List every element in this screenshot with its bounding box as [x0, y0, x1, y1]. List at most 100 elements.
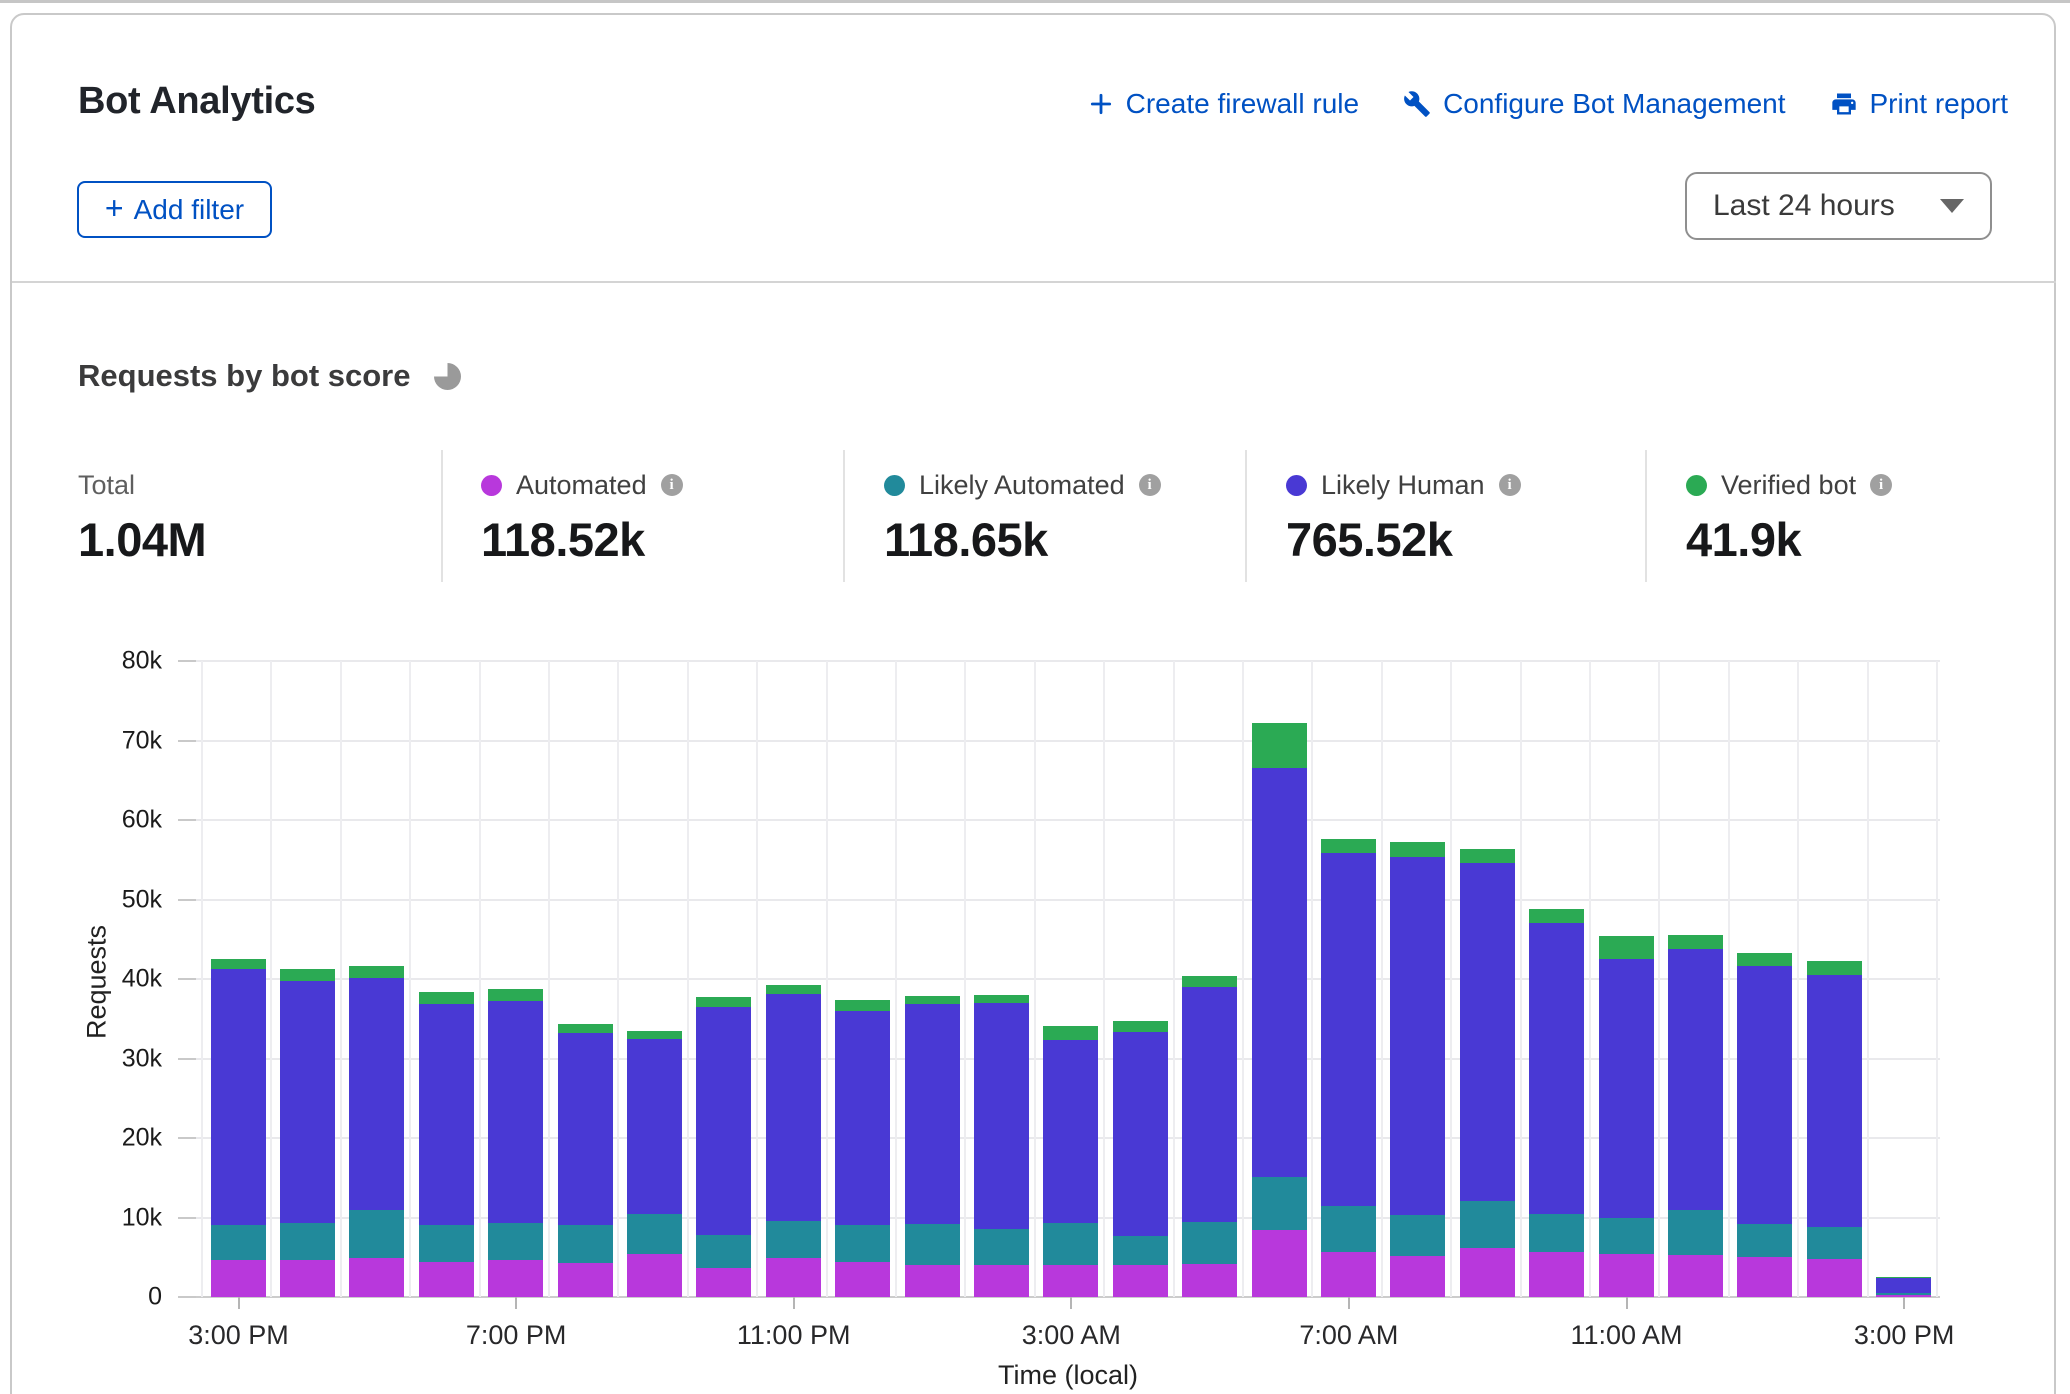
bar-1000pm[interactable]	[696, 661, 751, 1297]
bar-300pm[interactable]	[1876, 661, 1931, 1297]
x-axis-title: Time (local)	[998, 1360, 1138, 1391]
bar-segment-verified-bot	[1529, 909, 1584, 923]
v-gridline	[479, 661, 481, 1297]
bar-segment-verified-bot	[766, 985, 821, 994]
stat-likely-human-label: Likely Human	[1321, 470, 1485, 501]
bar-900pm[interactable]	[627, 661, 682, 1297]
stat-divider	[1245, 450, 1247, 582]
bar-700pm[interactable]	[488, 661, 543, 1297]
bar-segment-likely-human	[1807, 975, 1862, 1227]
bar-segment-automated	[1043, 1265, 1098, 1297]
bar-1200am[interactable]	[835, 661, 890, 1297]
bar-segment-likely-human	[211, 969, 266, 1225]
y-tick-label: 0	[52, 1283, 162, 1312]
bar-segment-likely-automated	[1182, 1222, 1237, 1264]
bar-segment-automated	[558, 1263, 613, 1297]
y-tick-label: 30k	[52, 1044, 162, 1073]
stat-total-value: 1.04M	[78, 512, 438, 567]
info-icon[interactable]: i	[1139, 474, 1161, 496]
v-gridline	[201, 661, 203, 1297]
stat-likely-human: Likely Human i 765.52k	[1286, 470, 1646, 567]
bar-200am[interactable]	[974, 661, 1029, 1297]
bar-1100am[interactable]	[1599, 661, 1654, 1297]
print-report-link[interactable]: Print report	[1830, 88, 2009, 120]
bar-600am[interactable]	[1252, 661, 1307, 1297]
x-tick-mark	[515, 1297, 517, 1309]
v-gridline	[1242, 661, 1244, 1297]
bar-200pm[interactable]	[1807, 661, 1862, 1297]
bar-segment-likely-automated	[419, 1225, 474, 1262]
bar-300am[interactable]	[1043, 661, 1098, 1297]
verified-bot-legend-dot	[1686, 475, 1707, 496]
create-firewall-rule-link[interactable]: Create firewall rule	[1088, 88, 1359, 120]
bar-500am[interactable]	[1182, 661, 1237, 1297]
info-icon[interactable]: i	[661, 474, 683, 496]
bar-100pm[interactable]	[1737, 661, 1792, 1297]
bar-segment-likely-automated	[1113, 1236, 1168, 1265]
x-tick-mark	[1070, 1297, 1072, 1309]
bar-900am[interactable]	[1460, 661, 1515, 1297]
bar-700am[interactable]	[1321, 661, 1376, 1297]
bar-segment-likely-human	[1460, 863, 1515, 1201]
bar-300pm[interactable]	[211, 661, 266, 1297]
v-gridline	[1103, 661, 1105, 1297]
bar-segment-likely-human	[766, 994, 821, 1221]
bar-segment-likely-automated	[558, 1225, 613, 1263]
bar-segment-likely-human	[1043, 1040, 1098, 1223]
bar-segment-likely-automated	[835, 1225, 890, 1262]
page-title: Bot Analytics	[78, 80, 316, 123]
v-gridline	[270, 661, 272, 1297]
bar-800pm[interactable]	[558, 661, 613, 1297]
bar-segment-verified-bot	[835, 1000, 890, 1010]
bar-segment-verified-bot	[1321, 839, 1376, 853]
bar-segment-verified-bot	[1390, 842, 1445, 857]
bar-100am[interactable]	[905, 661, 960, 1297]
v-gridline	[1797, 661, 1799, 1297]
bar-segment-automated	[905, 1265, 960, 1297]
bar-800am[interactable]	[1390, 661, 1445, 1297]
bar-segment-likely-human	[419, 1004, 474, 1226]
bar-segment-likely-automated	[1390, 1215, 1445, 1256]
bar-segment-verified-bot	[280, 969, 335, 980]
create-firewall-rule-label: Create firewall rule	[1126, 88, 1359, 120]
bar-segment-automated	[419, 1262, 474, 1297]
x-tick-label: 11:00 PM	[737, 1320, 851, 1351]
configure-bot-management-link[interactable]: Configure Bot Management	[1403, 88, 1785, 120]
info-icon[interactable]: i	[1870, 474, 1892, 496]
bar-segment-automated	[696, 1268, 751, 1297]
y-tick-mark	[178, 660, 196, 662]
bar-500pm[interactable]	[349, 661, 404, 1297]
bar-segment-automated	[1529, 1252, 1584, 1297]
bar-segment-automated	[349, 1258, 404, 1297]
printer-icon	[1830, 90, 1858, 118]
bar-segment-verified-bot	[974, 995, 1029, 1003]
bar-1200pm[interactable]	[1668, 661, 1723, 1297]
bar-400am[interactable]	[1113, 661, 1168, 1297]
bar-400pm[interactable]	[280, 661, 335, 1297]
x-tick-mark	[1903, 1297, 1905, 1309]
bar-segment-likely-human	[835, 1011, 890, 1226]
bar-segment-likely-human	[1321, 853, 1376, 1207]
chevron-down-icon	[1940, 199, 1964, 213]
x-tick-label: 11:00 AM	[1570, 1320, 1682, 1351]
x-tick-label: 7:00 PM	[466, 1320, 567, 1351]
add-filter-button[interactable]: + Add filter	[77, 181, 272, 238]
bar-segment-likely-automated	[1321, 1206, 1376, 1252]
x-tick-label: 3:00 PM	[1854, 1320, 1955, 1351]
bar-segment-likely-human	[974, 1003, 1029, 1229]
v-gridline	[1034, 661, 1036, 1297]
info-icon[interactable]: i	[1499, 474, 1521, 496]
time-range-dropdown[interactable]: Last 24 hours	[1685, 172, 1992, 240]
bar-segment-automated	[1182, 1264, 1237, 1297]
bar-segment-likely-automated	[696, 1235, 751, 1268]
bar-segment-likely-automated	[905, 1224, 960, 1265]
bar-segment-verified-bot	[905, 996, 960, 1005]
bar-1000am[interactable]	[1529, 661, 1584, 1297]
v-gridline	[1311, 661, 1313, 1297]
bar-600pm[interactable]	[419, 661, 474, 1297]
stat-verified-bot: Verified bot i 41.9k	[1686, 470, 2046, 567]
bar-segment-automated	[280, 1260, 335, 1297]
bar-1100pm[interactable]	[766, 661, 821, 1297]
bar-segment-automated	[1599, 1254, 1654, 1297]
bar-segment-likely-automated	[1599, 1218, 1654, 1255]
